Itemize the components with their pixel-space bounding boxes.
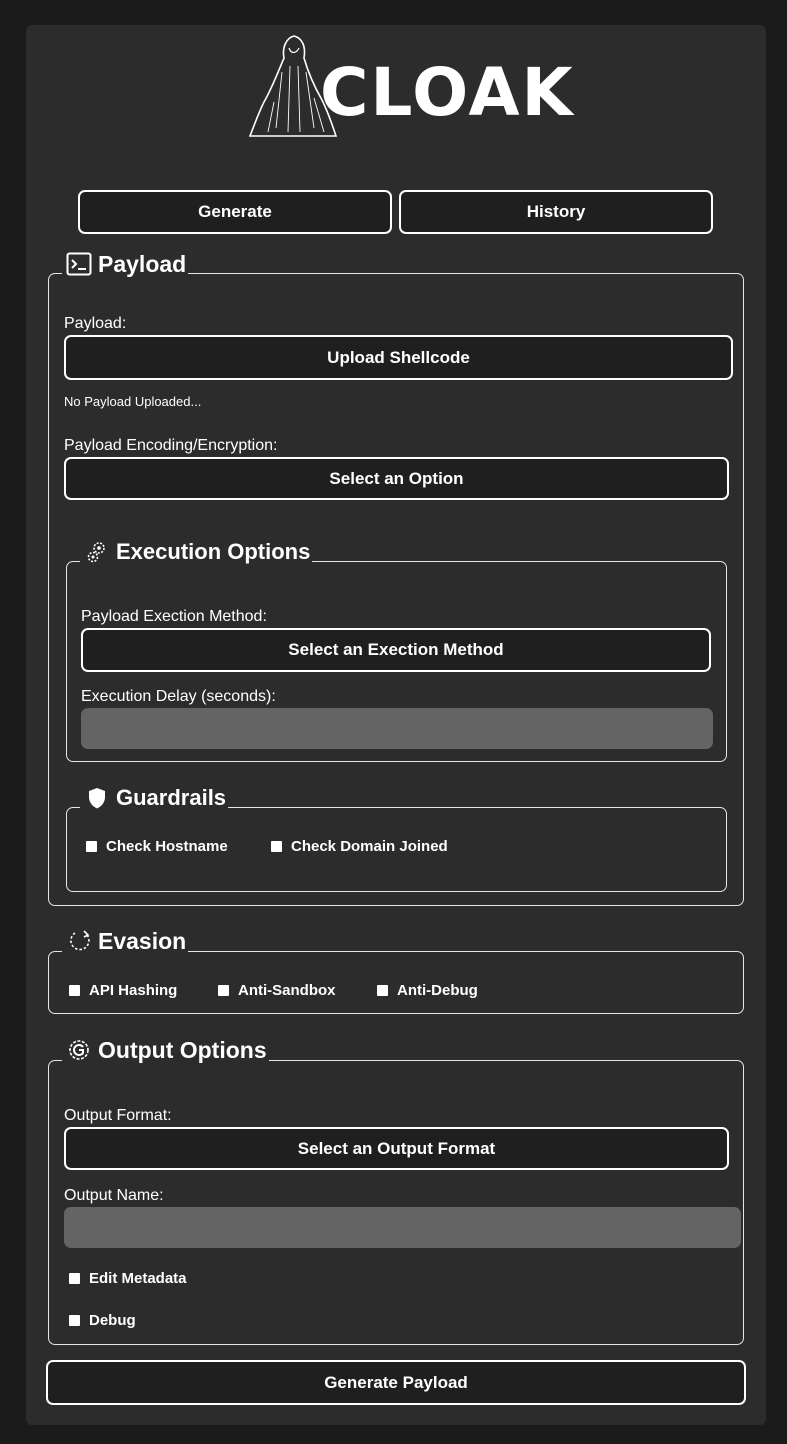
encoding-select[interactable]: Select an Option <box>64 457 729 500</box>
output-format-select[interactable]: Select an Output Format <box>64 1127 729 1170</box>
guardrails-legend: Guardrails <box>80 785 229 811</box>
shield-icon <box>89 788 105 809</box>
terminal-icon <box>66 252 92 276</box>
check-domain-joined-checkbox[interactable]: Check Domain Joined <box>271 838 448 855</box>
payload-title: Payload <box>98 251 187 277</box>
payload-label: Payload: <box>64 315 127 332</box>
anti-sandbox-checkbox[interactable]: Anti-Sandbox <box>218 982 336 999</box>
evasion-legend: Evasion <box>62 928 189 954</box>
check-hostname-checkbox[interactable]: Check Hostname <box>86 838 228 855</box>
api-hashing-checkbox[interactable]: API Hashing <box>69 982 177 999</box>
checkbox-box[interactable] <box>69 985 80 996</box>
payload-legend: Payload <box>62 251 189 277</box>
upload-shellcode-button[interactable]: Upload Shellcode <box>64 335 733 380</box>
history-tab-button[interactable]: History <box>399 190 713 234</box>
output-title: Output Options <box>98 1037 267 1063</box>
logo-text: CLOAK <box>320 54 575 131</box>
checkbox-box[interactable] <box>69 1315 80 1326</box>
generate-payload-button[interactable]: Generate Payload <box>46 1360 746 1405</box>
debug-checkbox[interactable]: Debug <box>69 1312 136 1329</box>
execution-method-label: Payload Exection Method: <box>81 608 267 625</box>
check-domain-joined-label: Check Domain Joined <box>291 838 448 855</box>
execution-delay-input[interactable] <box>81 708 713 749</box>
anti-sandbox-label: Anti-Sandbox <box>238 982 336 999</box>
api-hashing-label: API Hashing <box>89 982 178 999</box>
anti-debug-checkbox[interactable]: Anti-Debug <box>377 982 478 999</box>
execution-title: Execution Options <box>116 539 311 564</box>
output-name-label: Output Name: <box>64 1187 164 1204</box>
output-format-label: Output Format: <box>64 1107 172 1124</box>
evasion-icon <box>70 930 90 951</box>
payload-status-text: No Payload Uploaded... <box>64 394 202 409</box>
encoding-label: Payload Encoding/Encryption: <box>64 437 278 454</box>
checkbox-box[interactable] <box>377 985 388 996</box>
output-name-input[interactable] <box>64 1207 741 1248</box>
output-icon <box>69 1040 89 1060</box>
anti-debug-label: Anti-Debug <box>397 982 478 999</box>
edit-metadata-label: Edit Metadata <box>89 1270 187 1287</box>
check-hostname-label: Check Hostname <box>106 838 228 855</box>
generate-tab-button[interactable]: Generate <box>78 190 392 234</box>
logo: CLOAK <box>220 32 573 142</box>
execution-legend: Execution Options <box>80 539 313 565</box>
gears-icon <box>87 542 105 563</box>
edit-metadata-checkbox[interactable]: Edit Metadata <box>69 1270 187 1287</box>
execution-delay-label: Execution Delay (seconds): <box>81 688 276 705</box>
checkbox-box[interactable] <box>86 841 97 852</box>
checkbox-box[interactable] <box>271 841 282 852</box>
checkbox-box[interactable] <box>218 985 229 996</box>
debug-label: Debug <box>89 1312 136 1329</box>
output-legend: Output Options <box>62 1037 269 1063</box>
guardrails-title: Guardrails <box>116 785 227 810</box>
evasion-title: Evasion <box>98 928 187 954</box>
checkbox-box[interactable] <box>69 1273 80 1284</box>
execution-method-select[interactable]: Select an Exection Method <box>81 628 711 672</box>
